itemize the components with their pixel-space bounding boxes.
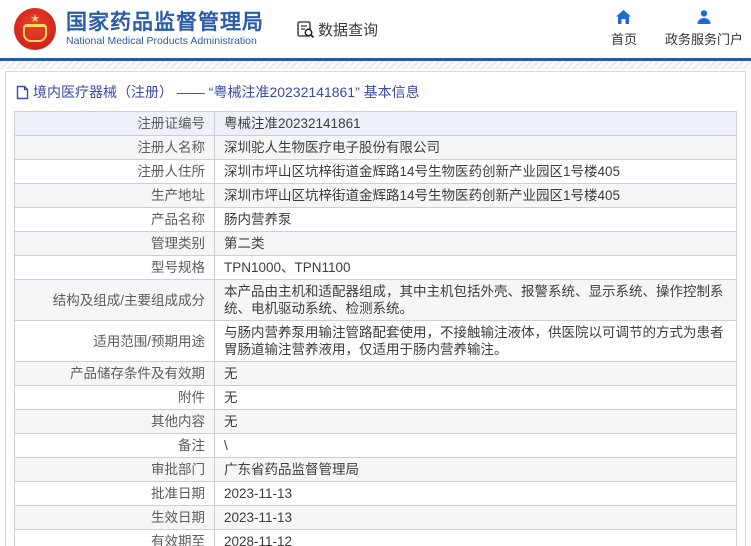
row-label: 生产地址 xyxy=(14,183,215,208)
row-value: 肠内营养泵 xyxy=(214,207,737,232)
data-query-label: 数据查询 xyxy=(318,21,379,39)
row-label: 批准日期 xyxy=(14,481,215,506)
breadcrumb-label: 境内医疗器械（注册） —— “粤械注准20232141861” 基本信息 xyxy=(33,84,420,100)
table-row: 产品名称 肠内营养泵 xyxy=(14,207,737,232)
table-row: 其他内容 无 xyxy=(14,409,737,434)
row-label: 型号规格 xyxy=(14,255,215,280)
national-emblem-icon xyxy=(14,8,56,50)
data-query-tab[interactable]: 数据查询 xyxy=(296,19,378,40)
row-label: 附件 xyxy=(14,385,215,410)
row-value: \ xyxy=(214,433,737,458)
decorative-hatch-strip xyxy=(0,61,751,69)
registration-info-table: 注册证编号 粤械注准20232141861 注册人名称 深圳驼人生物医疗电子股份… xyxy=(14,111,737,546)
table-row: 型号规格 TPN1000、TPN1100 xyxy=(14,255,737,280)
table-row: 生产地址 深圳市坪山区坑梓街道金辉路14号生物医药创新产业园区1号楼405 xyxy=(14,183,737,208)
nav-gov-portal[interactable]: 政务服务门户 xyxy=(665,8,743,48)
document-icon xyxy=(16,85,29,100)
row-value: 深圳驼人生物医疗电子股份有限公司 xyxy=(214,135,737,160)
row-value: 广东省药品监督管理局 xyxy=(214,457,737,482)
row-label: 其他内容 xyxy=(14,409,215,434)
row-value: 深圳市坪山区坑梓街道金辉路14号生物医药创新产业园区1号楼405 xyxy=(214,159,737,184)
table-row: 备注 \ xyxy=(14,433,737,458)
row-value: 与肠内营养泵用输注管路配套使用，不接触输注液体，供医院以可调节的方式为患者胃肠道… xyxy=(214,320,737,362)
table-row: 附件 无 xyxy=(14,385,737,410)
row-label: 管理类别 xyxy=(14,231,215,256)
table-row: 注册证编号 粤械注准20232141861 xyxy=(14,111,737,136)
row-label: 产品名称 xyxy=(14,207,215,232)
org-name-cn: 国家药品监督管理局 xyxy=(66,10,264,34)
row-value: TPN1000、TPN1100 xyxy=(214,255,737,280)
site-header: 国家药品监督管理局 National Medical Products Admi… xyxy=(0,0,751,61)
row-value: 深圳市坪山区坑梓街道金辉路14号生物医药创新产业园区1号楼405 xyxy=(214,183,737,208)
breadcrumb: 境内医疗器械（注册） —— “粤械注准20232141861” 基本信息 xyxy=(14,79,737,111)
table-row: 产品储存条件及有效期 无 xyxy=(14,361,737,386)
site-logo: 国家药品监督管理局 National Medical Products Admi… xyxy=(14,8,264,50)
row-label: 生效日期 xyxy=(14,505,215,530)
row-value: 本产品由主机和适配器组成，其中主机包括外壳、报警系统、显示系统、操作控制系统、电… xyxy=(214,279,737,321)
table-row: 管理类别 第二类 xyxy=(14,231,737,256)
row-label: 适用范围/预期用途 xyxy=(14,320,215,362)
table-row: 生效日期 2023-11-13 xyxy=(14,505,737,530)
table-row: 注册人名称 深圳驼人生物医疗电子股份有限公司 xyxy=(14,135,737,160)
row-value: 2028-11-12 xyxy=(214,529,737,546)
table-row: 有效期至 2028-11-12 xyxy=(14,529,737,546)
row-value: 无 xyxy=(214,385,737,410)
row-label: 产品储存条件及有效期 xyxy=(14,361,215,386)
table-row: 注册人住所 深圳市坪山区坑梓街道金辉路14号生物医药创新产业园区1号楼405 xyxy=(14,159,737,184)
row-label: 备注 xyxy=(14,433,215,458)
home-icon xyxy=(615,8,632,25)
nav-home[interactable]: 首页 xyxy=(611,8,637,48)
table-row: 结构及组成/主要组成成分 本产品由主机和适配器组成，其中主机包括外壳、报警系统、… xyxy=(14,279,737,321)
org-name-en: National Medical Products Administration xyxy=(66,34,257,47)
table-row: 批准日期 2023-11-13 xyxy=(14,481,737,506)
row-value: 无 xyxy=(214,361,737,386)
data-query-icon xyxy=(296,20,315,39)
row-label: 注册证编号 xyxy=(14,111,215,136)
table-row: 适用范围/预期用途 与肠内营养泵用输注管路配套使用，不接触输注液体，供医院以可调… xyxy=(14,320,737,362)
row-value: 2023-11-13 xyxy=(214,481,737,506)
nav-gov-portal-label: 政务服务门户 xyxy=(664,32,743,47)
table-row: 审批部门 广东省药品监督管理局 xyxy=(14,457,737,482)
row-value: 粤械注准20232141861 xyxy=(214,111,737,136)
row-label: 注册人住所 xyxy=(14,159,215,184)
user-icon xyxy=(696,8,712,25)
row-value: 2023-11-13 xyxy=(214,505,737,530)
row-value: 无 xyxy=(214,409,737,434)
row-value: 第二类 xyxy=(214,231,737,256)
row-label: 审批部门 xyxy=(14,457,215,482)
result-detail-panel: 境内医疗器械（注册） —— “粤械注准20232141861” 基本信息 注册证… xyxy=(5,71,746,546)
row-label: 有效期至 xyxy=(14,529,215,546)
row-label: 结构及组成/主要组成成分 xyxy=(14,279,215,321)
row-label: 注册人名称 xyxy=(14,135,215,160)
nav-home-label: 首页 xyxy=(610,32,637,47)
